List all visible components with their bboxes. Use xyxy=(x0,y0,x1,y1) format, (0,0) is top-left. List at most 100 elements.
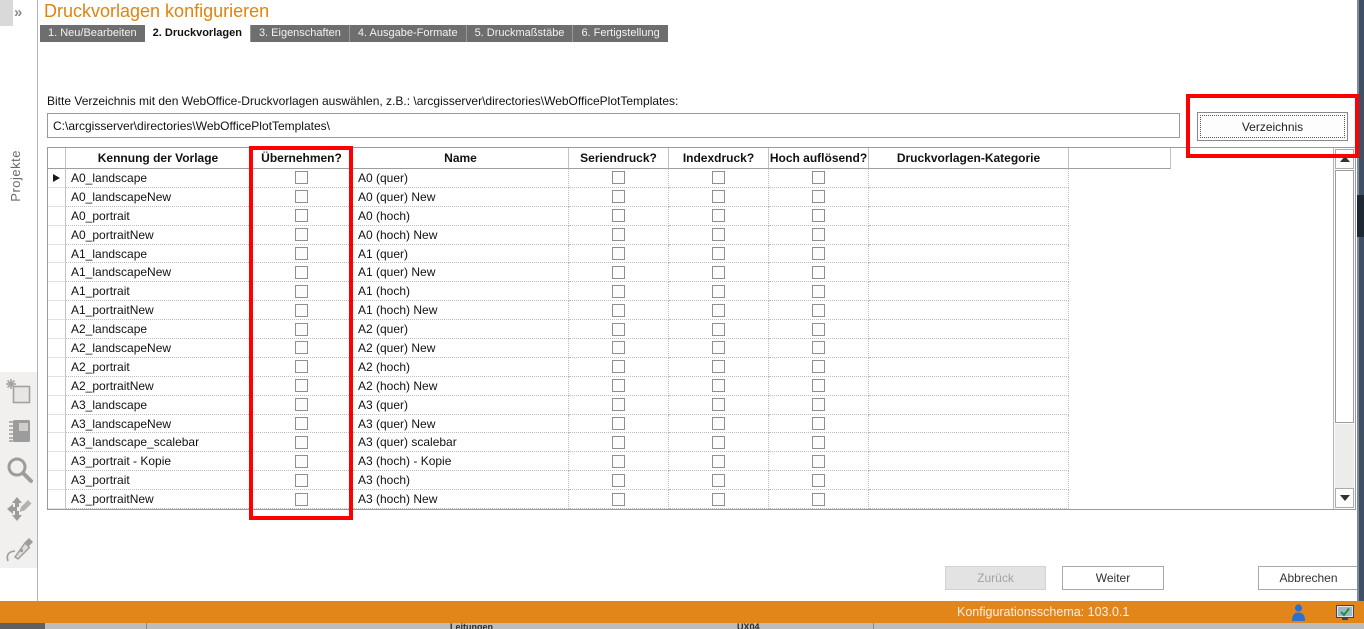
table-row[interactable]: A2_landscapeNew A2 (quer) New xyxy=(48,339,1333,358)
indexdruck-checkbox[interactable] xyxy=(712,171,725,184)
table-row[interactable]: A3_landscape_scalebar A3 (quer) scalebar xyxy=(48,433,1333,452)
cell-hochaufloesend[interactable] xyxy=(769,301,869,320)
indexdruck-checkbox[interactable] xyxy=(712,436,725,449)
indexdruck-checkbox[interactable] xyxy=(712,304,725,317)
move-edit-icon[interactable] xyxy=(3,492,35,526)
cell-hochaufloesend[interactable] xyxy=(769,320,869,339)
seriendruck-checkbox[interactable] xyxy=(612,360,625,373)
cell-kennung[interactable]: A3_landscape_scalebar xyxy=(66,433,251,452)
table-row[interactable]: A3_landscapeNew A3 (quer) New xyxy=(48,415,1333,434)
cell-uebernehmen[interactable] xyxy=(251,339,353,358)
hochaufloesend-checkbox[interactable] xyxy=(812,436,825,449)
cell-indexdruck[interactable] xyxy=(669,452,769,471)
seriendruck-checkbox[interactable] xyxy=(612,228,625,241)
scrollbar-up-button[interactable] xyxy=(1335,149,1354,169)
cell-seriendruck[interactable] xyxy=(569,188,669,207)
indexdruck-checkbox[interactable] xyxy=(712,379,725,392)
cell-hochaufloesend[interactable] xyxy=(769,396,869,415)
uebernehmen-checkbox[interactable] xyxy=(295,360,308,373)
table-row[interactable]: A3_landscape A3 (quer) xyxy=(48,396,1333,415)
seriendruck-checkbox[interactable] xyxy=(612,436,625,449)
cell-kennung[interactable]: A1_landscape xyxy=(66,245,251,264)
indexdruck-checkbox[interactable] xyxy=(712,247,725,260)
table-row[interactable]: A2_portraitNew A2 (hoch) New xyxy=(48,377,1333,396)
scrollbar-track[interactable] xyxy=(1335,424,1354,489)
seriendruck-checkbox[interactable] xyxy=(612,455,625,468)
cell-kategorie[interactable] xyxy=(869,320,1069,339)
hochaufloesend-checkbox[interactable] xyxy=(812,285,825,298)
indexdruck-checkbox[interactable] xyxy=(712,209,725,222)
cell-name[interactable]: A0 (hoch) xyxy=(353,207,569,226)
cell-indexdruck[interactable] xyxy=(669,169,769,188)
cell-kategorie[interactable] xyxy=(869,301,1069,320)
hochaufloesend-checkbox[interactable] xyxy=(812,360,825,373)
seriendruck-checkbox[interactable] xyxy=(612,266,625,279)
seriendruck-checkbox[interactable] xyxy=(612,323,625,336)
template-directory-input[interactable] xyxy=(47,113,1180,138)
cell-uebernehmen[interactable] xyxy=(251,320,353,339)
column-header-indexdruck[interactable]: Indexdruck? xyxy=(669,148,769,169)
cell-uebernehmen[interactable] xyxy=(251,226,353,245)
cell-name[interactable]: A3 (hoch) - Kopie xyxy=(353,452,569,471)
hochaufloesend-checkbox[interactable] xyxy=(812,266,825,279)
seriendruck-checkbox[interactable] xyxy=(612,171,625,184)
cell-hochaufloesend[interactable] xyxy=(769,433,869,452)
cell-kennung[interactable]: A0_landscapeNew xyxy=(66,188,251,207)
cell-kategorie[interactable] xyxy=(869,169,1069,188)
row-selector-cell[interactable] xyxy=(48,415,66,434)
cell-name[interactable]: A2 (hoch) xyxy=(353,358,569,377)
cell-kategorie[interactable] xyxy=(869,471,1069,490)
cell-hochaufloesend[interactable] xyxy=(769,282,869,301)
cell-uebernehmen[interactable] xyxy=(251,452,353,471)
cell-seriendruck[interactable] xyxy=(569,263,669,282)
cell-name[interactable]: A1 (quer) xyxy=(353,245,569,264)
scrollbar-down-button[interactable] xyxy=(1335,488,1354,508)
monitor-check-icon[interactable] xyxy=(1336,605,1354,625)
indexdruck-checkbox[interactable] xyxy=(712,398,725,411)
cell-kategorie[interactable] xyxy=(869,226,1069,245)
search-icon[interactable] xyxy=(3,453,35,487)
hochaufloesend-checkbox[interactable] xyxy=(812,455,825,468)
hochaufloesend-checkbox[interactable] xyxy=(812,474,825,487)
cell-uebernehmen[interactable] xyxy=(251,396,353,415)
hochaufloesend-checkbox[interactable] xyxy=(812,493,825,506)
cell-hochaufloesend[interactable] xyxy=(769,245,869,264)
row-selector-cell[interactable] xyxy=(48,301,66,320)
column-header-seriendruck[interactable]: Seriendruck? xyxy=(569,148,669,169)
table-row[interactable]: A1_portraitNew A1 (hoch) New xyxy=(48,301,1333,320)
cell-indexdruck[interactable] xyxy=(669,263,769,282)
seriendruck-checkbox[interactable] xyxy=(612,209,625,222)
uebernehmen-checkbox[interactable] xyxy=(295,285,308,298)
notebook-icon[interactable] xyxy=(3,414,35,448)
cell-uebernehmen[interactable] xyxy=(251,301,353,320)
seriendruck-checkbox[interactable] xyxy=(612,474,625,487)
cell-indexdruck[interactable] xyxy=(669,188,769,207)
cell-kennung[interactable]: A3_portraitNew xyxy=(66,490,251,509)
cell-indexdruck[interactable] xyxy=(669,471,769,490)
row-selector-cell[interactable] xyxy=(48,339,66,358)
cell-uebernehmen[interactable] xyxy=(251,433,353,452)
row-selector-cell[interactable] xyxy=(48,396,66,415)
table-row[interactable]: A0_portrait A0 (hoch) xyxy=(48,207,1333,226)
cell-kennung[interactable]: A2_landscape xyxy=(66,320,251,339)
table-scrollbar[interactable] xyxy=(1333,148,1355,509)
cell-hochaufloesend[interactable] xyxy=(769,188,869,207)
cell-name[interactable]: A3 (hoch) xyxy=(353,471,569,490)
column-header-name[interactable]: Name xyxy=(353,148,569,169)
cell-hochaufloesend[interactable] xyxy=(769,471,869,490)
uebernehmen-checkbox[interactable] xyxy=(295,398,308,411)
cell-kategorie[interactable] xyxy=(869,207,1069,226)
pen-icon[interactable] xyxy=(3,531,35,565)
cell-kategorie[interactable] xyxy=(869,452,1069,471)
cell-indexdruck[interactable] xyxy=(669,490,769,509)
cell-uebernehmen[interactable] xyxy=(251,415,353,434)
cell-hochaufloesend[interactable] xyxy=(769,358,869,377)
indexdruck-checkbox[interactable] xyxy=(712,228,725,241)
cell-kategorie[interactable] xyxy=(869,339,1069,358)
cell-indexdruck[interactable] xyxy=(669,245,769,264)
row-selector-cell[interactable] xyxy=(48,358,66,377)
column-header-kategorie[interactable]: Druckvorlagen-Kategorie xyxy=(869,148,1069,169)
cell-kategorie[interactable] xyxy=(869,245,1069,264)
seriendruck-checkbox[interactable] xyxy=(612,285,625,298)
outer-scrollbar-thumb[interactable] xyxy=(1357,195,1364,237)
